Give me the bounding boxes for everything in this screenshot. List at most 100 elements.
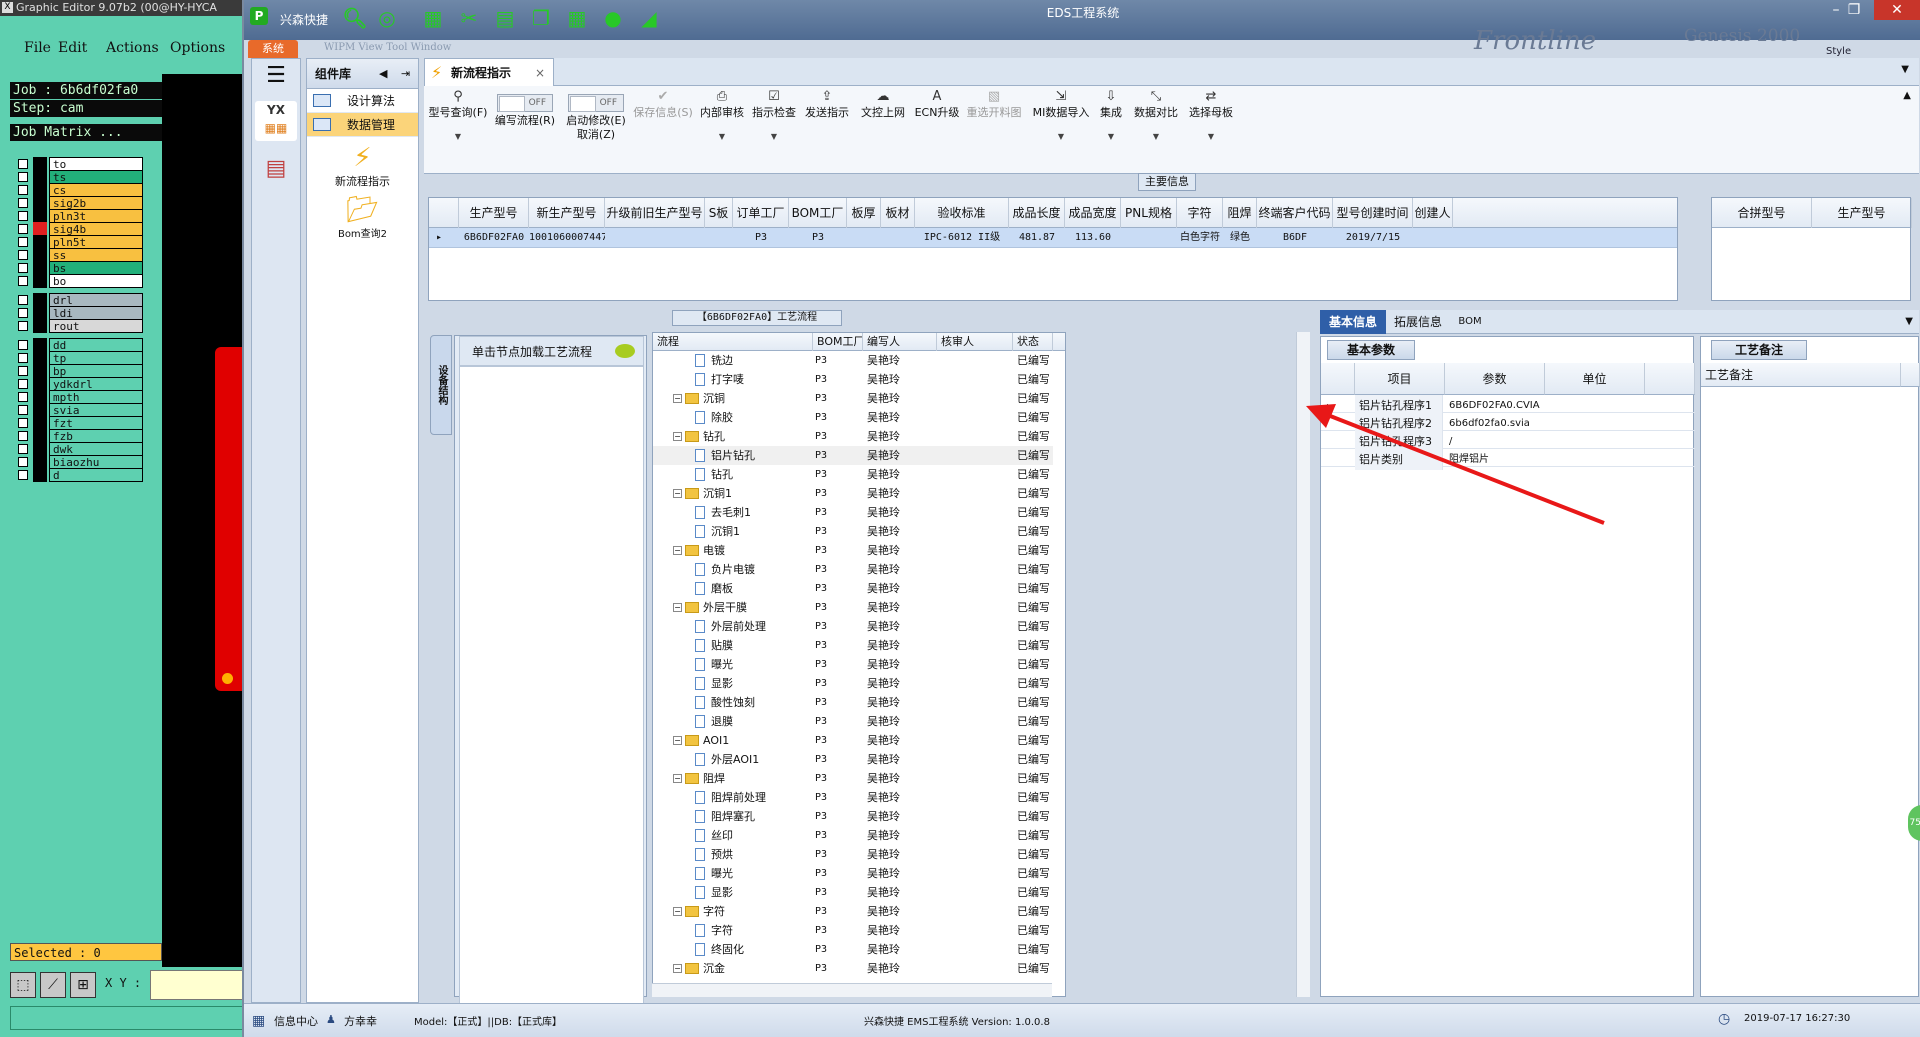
- layer-color-swatch[interactable]: [33, 364, 47, 378]
- cancel-label[interactable]: 取消(Z): [577, 128, 615, 141]
- tree-node[interactable]: − 沉铜1 P3 吴艳玲 已编写: [653, 484, 1053, 503]
- layer-row[interactable]: svia: [12, 403, 143, 417]
- layer-checkbox[interactable]: [18, 457, 28, 467]
- tree-node[interactable]: 丝印 P3 吴艳玲 已编写: [653, 826, 1053, 845]
- column-header[interactable]: 项目: [1355, 363, 1445, 395]
- layer-checkbox[interactable]: [18, 276, 28, 286]
- layer-color-swatch[interactable]: [33, 306, 47, 320]
- data-compare-button[interactable]: ⤡ 数据对比 ▼: [1130, 90, 1182, 144]
- column-header[interactable]: 成品宽度: [1065, 198, 1121, 228]
- layer-color-swatch[interactable]: [33, 377, 47, 391]
- layer-color-swatch[interactable]: [33, 416, 47, 430]
- integrate-button[interactable]: ⇩ 集成 ▼: [1094, 90, 1128, 144]
- pin-icon[interactable]: ⇥: [401, 59, 410, 89]
- layer-checkbox[interactable]: [18, 295, 28, 305]
- tree-node[interactable]: 终固化 P3 吴艳玲 已编写: [653, 940, 1053, 959]
- column-header[interactable]: 核审人: [937, 333, 1013, 351]
- tree-vertical-scrollbar[interactable]: [1296, 332, 1310, 997]
- layer-color-swatch[interactable]: [33, 274, 47, 288]
- table-row[interactable]: ▸ 铝片钻孔程序1 6B6DF02FA0.CVIA: [1321, 395, 1695, 416]
- model-query-button[interactable]: ⚲ 型号查询(F) ▼: [426, 90, 490, 144]
- equipment-structure-tab[interactable]: 设备结构: [430, 335, 452, 435]
- table-cell[interactable]: 481.87: [1009, 228, 1065, 248]
- layer-checkbox[interactable]: [18, 353, 28, 363]
- start-edit-toggle[interactable]: OFF 启动修改(E) 取消(Z): [560, 94, 632, 142]
- column-header[interactable]: 型号创建时间: [1333, 198, 1413, 228]
- column-header[interactable]: 升级前旧生产型号: [605, 198, 705, 228]
- table-cell[interactable]: [847, 228, 881, 248]
- table-cell[interactable]: 10010600074477: [529, 228, 605, 248]
- layer-color-swatch[interactable]: [33, 429, 47, 443]
- tab-extended-info[interactable]: 拓展信息: [1386, 310, 1450, 334]
- layer-row[interactable]: bp: [12, 364, 143, 378]
- menu-actions[interactable]: Actions: [106, 40, 159, 56]
- layer-checkbox[interactable]: [18, 159, 28, 169]
- layer-checkbox[interactable]: [18, 470, 28, 480]
- library-item-data-management[interactable]: 数据管理: [307, 113, 418, 137]
- tree-node[interactable]: 沉铜1 P3 吴艳玲 已编写: [653, 522, 1053, 541]
- column-header[interactable]: 工艺备注: [1701, 363, 1901, 387]
- tab-basic-info[interactable]: 基本信息: [1320, 310, 1386, 334]
- tree-node[interactable]: − AOI1 P3 吴艳玲 已编写: [653, 731, 1053, 750]
- collapse-icon[interactable]: −: [673, 489, 682, 498]
- layer-row[interactable]: sig4b: [12, 222, 143, 236]
- tree-node[interactable]: 显影 P3 吴艳玲 已编写: [653, 674, 1053, 693]
- close-button[interactable]: ✕: [1874, 0, 1920, 20]
- layer-color-swatch[interactable]: [33, 442, 47, 456]
- grid-tool-icon[interactable]: ⊞: [70, 972, 96, 998]
- layer-checkbox[interactable]: [18, 172, 28, 182]
- layer-color-swatch[interactable]: [33, 170, 47, 184]
- tree-node[interactable]: − 沉金 P3 吴艳玲 已编写: [653, 959, 1053, 978]
- tree-node[interactable]: 阻焊前处理 P3 吴艳玲 已编写: [653, 788, 1053, 807]
- layer-color-swatch[interactable]: [33, 209, 47, 223]
- column-header[interactable]: 验收标准: [915, 198, 1009, 228]
- layer-checkbox[interactable]: [18, 392, 28, 402]
- layer-checkbox[interactable]: [18, 340, 28, 350]
- layer-checkbox[interactable]: [18, 198, 28, 208]
- tree-node[interactable]: 贴膜 P3 吴艳玲 已编写: [653, 636, 1053, 655]
- collapse-icon[interactable]: −: [673, 546, 682, 555]
- layer-color-swatch[interactable]: [33, 338, 47, 352]
- layer-color-swatch[interactable]: [33, 319, 47, 333]
- layer-row[interactable]: dd: [12, 338, 143, 352]
- table-cell[interactable]: 2019/7/15: [1333, 228, 1413, 248]
- tree-node[interactable]: 外层AOI1 P3 吴艳玲 已编写: [653, 750, 1053, 769]
- collapse-icon[interactable]: −: [673, 736, 682, 745]
- table-cell[interactable]: P3: [733, 228, 789, 248]
- style-menu[interactable]: Style: [1826, 46, 1851, 57]
- close-tab-icon[interactable]: ×: [535, 59, 545, 87]
- ecn-upgrade-button[interactable]: A ECN升级: [912, 90, 962, 120]
- bom-query-shortcut[interactable]: 📂︎ Bom查询2: [307, 195, 418, 240]
- new-process-shortcut[interactable]: ⚡ 新流程指示: [307, 143, 418, 189]
- layer-row[interactable]: biaozhu: [12, 455, 143, 469]
- calculator-icon[interactable]: ▤: [255, 149, 297, 189]
- layer-row[interactable]: bo: [12, 274, 143, 288]
- layer-color-swatch[interactable]: [33, 390, 47, 404]
- internal-review-button[interactable]: ⎙ 内部审核 ▼: [696, 90, 748, 144]
- tree-node[interactable]: 阻焊塞孔 P3 吴艳玲 已编写: [653, 807, 1053, 826]
- toggle-switch[interactable]: OFF: [568, 94, 624, 112]
- layer-color-swatch[interactable]: [33, 261, 47, 275]
- tree-node[interactable]: 磨板 P3 吴艳玲 已编写: [653, 579, 1053, 598]
- write-process-toggle[interactable]: OFF 编写流程(R): [490, 94, 560, 128]
- info-center-link[interactable]: 信息中心: [274, 1013, 318, 1029]
- zoom-tool-icon[interactable]: ⬚: [10, 972, 36, 998]
- layer-checkbox[interactable]: [18, 321, 28, 331]
- ribbon-collapse-icon[interactable]: ▲: [1903, 90, 1911, 101]
- layer-checkbox[interactable]: [18, 366, 28, 376]
- layer-color-swatch[interactable]: [33, 235, 47, 249]
- column-header[interactable]: 创建人: [1413, 198, 1453, 228]
- tree-horizontal-scrollbar[interactable]: [652, 983, 1052, 997]
- tree-node[interactable]: − 电镀 P3 吴艳玲 已编写: [653, 541, 1053, 560]
- system-menu-tab[interactable]: 系统: [248, 40, 298, 58]
- layer-color-swatch[interactable]: [33, 455, 47, 469]
- layer-checkbox[interactable]: [18, 250, 28, 260]
- column-header[interactable]: 合拼型号: [1712, 198, 1812, 228]
- column-header[interactable]: 参数: [1445, 363, 1545, 395]
- table-row[interactable]: ▸ 6B6DF02FA0 10010600074477 P3 P3 IPC-6012 II…: [429, 228, 1677, 248]
- layer-checkbox[interactable]: [18, 379, 28, 389]
- layer-row[interactable]: bs: [12, 261, 143, 275]
- save-info-button[interactable]: ✔ 保存信息(S): [630, 90, 696, 120]
- layer-row[interactable]: rout: [12, 319, 143, 333]
- column-header[interactable]: 单位: [1545, 363, 1645, 395]
